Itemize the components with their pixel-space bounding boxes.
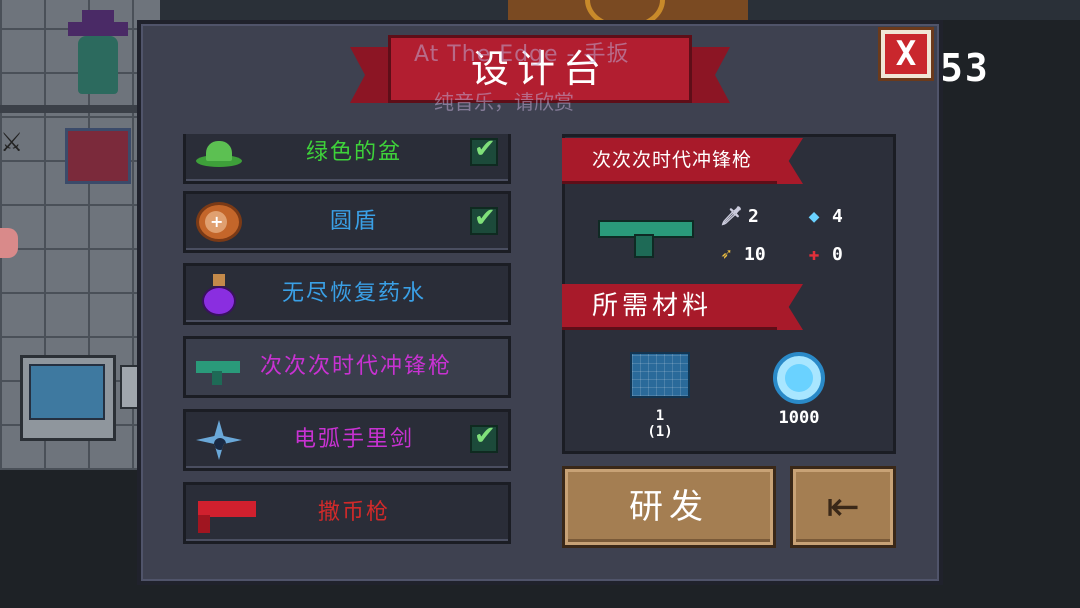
blueprint-icon	[630, 352, 690, 398]
material-gems: 1000	[766, 352, 832, 428]
list-item-selected[interactable]: 次次次时代冲锋枪	[183, 336, 511, 398]
item-label: 撒币枪	[317, 500, 390, 525]
close-icon: X	[885, 34, 927, 74]
material-quantity: 1	[655, 408, 665, 424]
crosshair-icon: ✚	[808, 244, 820, 265]
research-button[interactable]: 研发	[562, 466, 776, 548]
energy-gem-icon: ◆	[808, 206, 820, 227]
energy-stat: ◆ 4	[804, 206, 843, 227]
checkmark-icon	[470, 134, 498, 166]
material-quantity: 1000	[778, 408, 820, 428]
crit-icon: ➶	[720, 244, 732, 265]
computer-console	[20, 355, 116, 441]
sword-icon: ⚔	[0, 128, 24, 158]
list-item[interactable]: 绿色的盆	[183, 134, 511, 184]
watermark-line-1: At The Edge - 手扳	[414, 42, 630, 67]
potion-icon	[196, 274, 242, 316]
item-label: 无尽恢复药水	[281, 281, 426, 306]
deviation-stat: ✚ 0	[804, 244, 843, 265]
score-counter: 53	[940, 46, 990, 90]
crate	[65, 128, 131, 184]
watermark-line-2: 纯音乐，请欣赏	[434, 90, 574, 114]
item-label: 电弧手里剑	[293, 427, 414, 452]
item-label: 圆盾	[329, 209, 378, 234]
npc-character	[68, 10, 128, 102]
list-item[interactable]: 撒币枪	[183, 482, 511, 544]
shuriken-icon	[196, 420, 242, 460]
blueprint-list[interactable]: 绿色的盆 圆盾 无尽恢复药水 次次次时代冲锋枪 电弧手里剑 撒币枪	[183, 134, 513, 550]
crit-stat: ➶ 10	[716, 244, 766, 265]
item-label: 次次次时代冲锋枪	[260, 354, 453, 379]
item-label: 绿色的盆	[305, 140, 402, 165]
attack-value: 2	[748, 206, 759, 227]
checkmark-icon	[470, 421, 498, 453]
checkmark-icon	[470, 203, 498, 235]
list-item[interactable]: 圆盾	[183, 191, 511, 253]
list-item[interactable]: 无尽恢复药水	[183, 263, 511, 325]
exit-icon: ⇤	[826, 484, 860, 530]
exit-button[interactable]: ⇤	[790, 466, 896, 548]
round-shield-icon	[196, 202, 242, 242]
close-button[interactable]: X	[878, 27, 934, 81]
materials-ribbon: 所需材料	[562, 284, 777, 330]
smg-icon	[196, 347, 242, 387]
weapon-name-ribbon: 次次次时代冲锋枪	[562, 138, 777, 184]
coin-gun-icon	[196, 493, 256, 533]
material-blueprint: 1 (1)	[630, 352, 690, 440]
list-item[interactable]: 电弧手里剑	[183, 409, 511, 471]
material-quantity-owned: (1)	[647, 424, 673, 440]
energy-value: 4	[832, 206, 843, 227]
rail	[0, 105, 160, 113]
deviation-value: 0	[832, 244, 843, 265]
smg-icon	[598, 212, 694, 258]
crit-value: 10	[744, 244, 766, 265]
pig-character	[0, 228, 18, 258]
gem-icon	[773, 352, 825, 404]
green-hat-icon	[196, 134, 242, 173]
sword-icon: 🗡	[720, 206, 743, 227]
attack-stat: 🗡 2	[720, 206, 759, 227]
